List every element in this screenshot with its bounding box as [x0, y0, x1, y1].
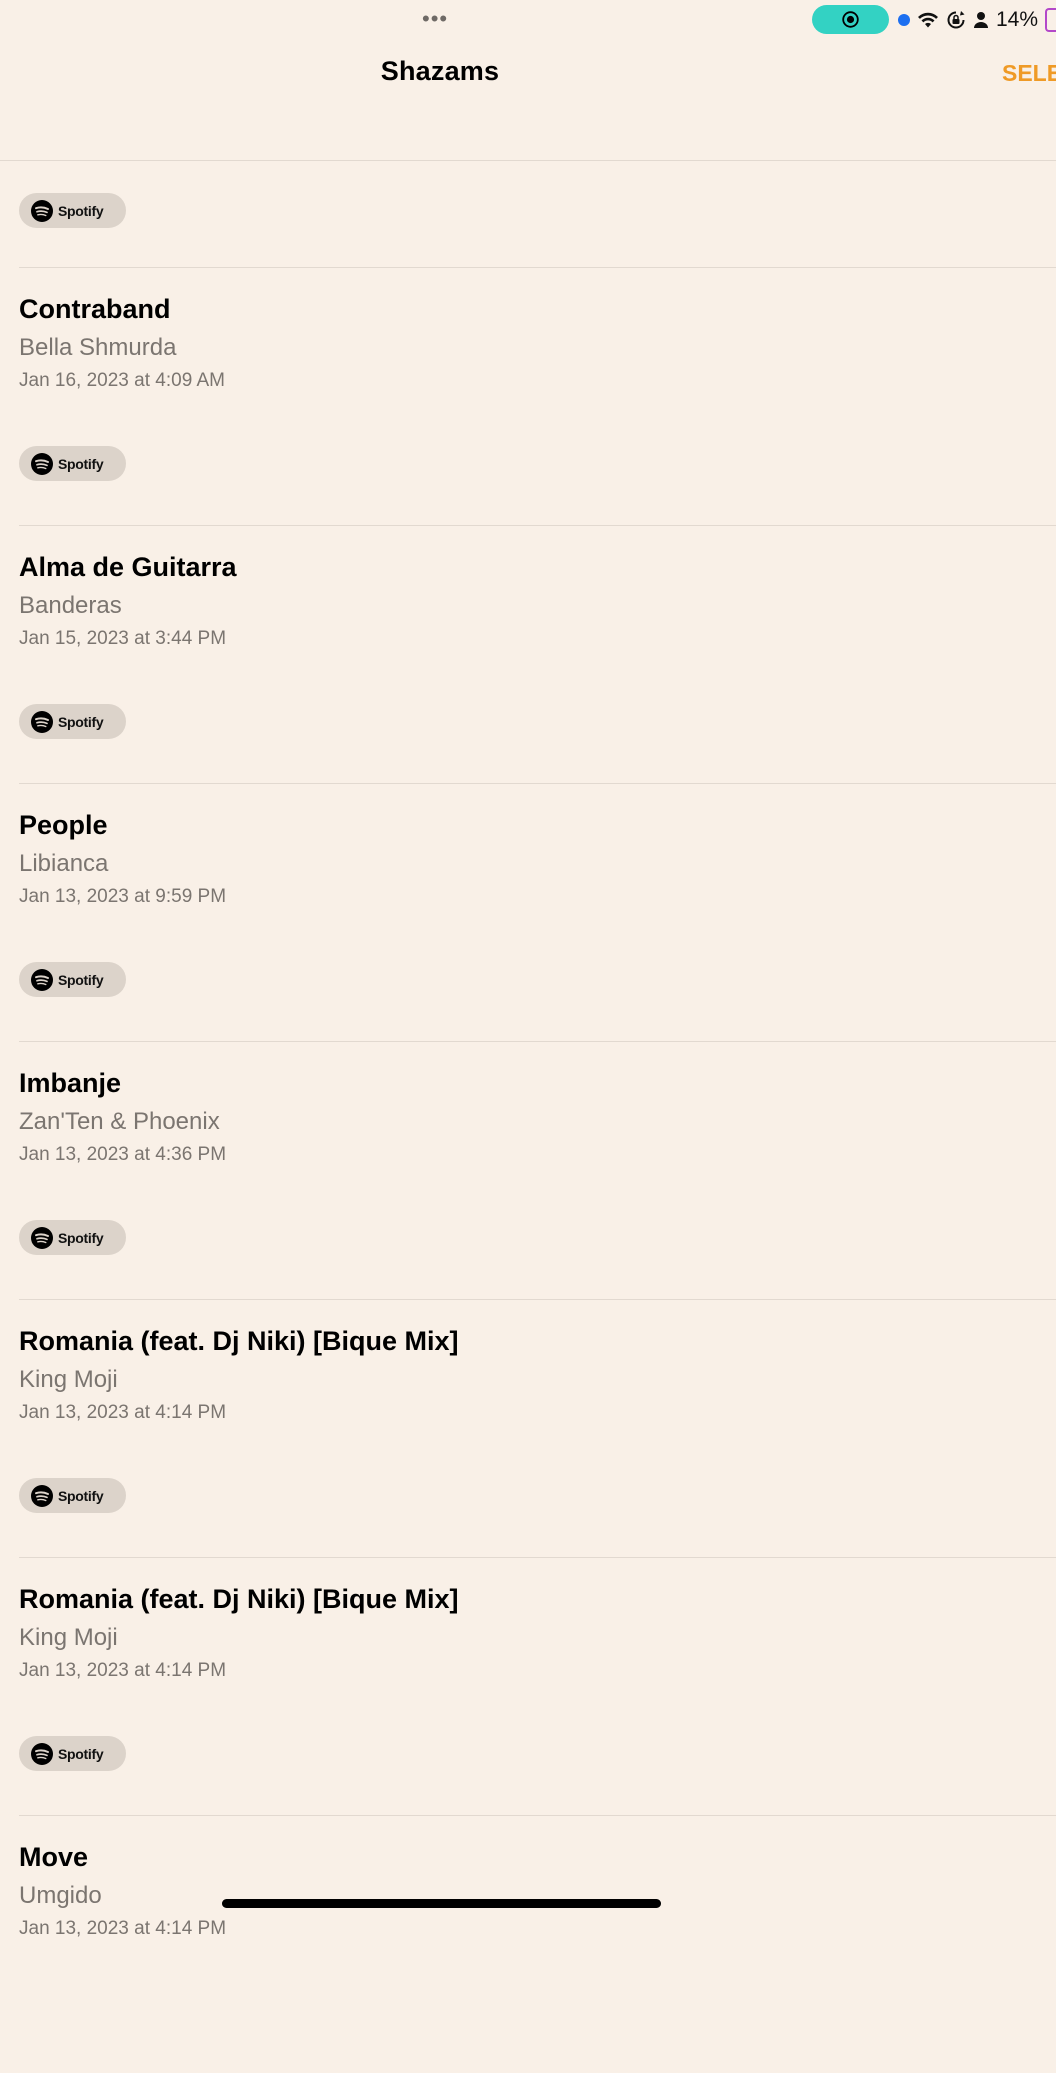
list-item[interactable]: People Libianca Jan 13, 2023 at 9:59 PM …: [19, 784, 1056, 1042]
song-title: People: [19, 810, 108, 840]
spotify-label: Spotify: [58, 1745, 104, 1762]
battery-percentage: 14%: [996, 8, 1039, 31]
list-item[interactable]: Alma de Guitarra Banderas Jan 15, 2023 a…: [19, 526, 1056, 784]
shazam-list: Spotify Contraband Bella Shmurda Jan 16,…: [0, 161, 1056, 2073]
song-date: Jan 13, 2023 at 4:14 PM: [19, 1660, 227, 1681]
spotify-icon: [31, 1484, 53, 1507]
list-item[interactable]: Romania (feat. Dj Niki) [Bique Mix] King…: [19, 1300, 1056, 1558]
song-title: Romania (feat. Dj Niki) [Bique Mix]: [19, 1584, 459, 1614]
song-artist: Zan'Ten & Phoenix: [19, 1108, 220, 1135]
spotify-label: Spotify: [58, 1229, 104, 1246]
song-artist: Banderas: [19, 592, 122, 619]
spotify-button[interactable]: Spotify: [19, 446, 126, 481]
spotify-icon: [31, 968, 53, 991]
recording-icon[interactable]: [812, 5, 889, 34]
song-date: Jan 13, 2023 at 4:36 PM: [19, 1144, 227, 1165]
spotify-button[interactable]: Spotify: [19, 193, 126, 228]
page-title: Shazams: [380, 56, 500, 86]
home-indicator[interactable]: [222, 1899, 661, 1908]
list-item-partial: Spotify: [19, 161, 1056, 268]
spotify-label: Spotify: [58, 971, 104, 988]
song-date: Jan 16, 2023 at 4:09 AM: [19, 370, 225, 391]
spotify-button[interactable]: Spotify: [19, 1220, 126, 1255]
song-date: Jan 15, 2023 at 3:44 PM: [19, 628, 227, 649]
song-date: Jan 13, 2023 at 9:59 PM: [19, 886, 227, 907]
person-icon: [974, 12, 988, 28]
spotify-button[interactable]: Spotify: [19, 962, 126, 997]
song-artist: Bella Shmurda: [19, 334, 177, 361]
wifi-icon: [918, 12, 938, 28]
spotify-icon: [31, 199, 53, 222]
song-artist: King Moji: [19, 1366, 118, 1393]
song-date: Jan 13, 2023 at 4:14 PM: [19, 1402, 227, 1423]
record-icon: [842, 11, 859, 28]
song-title: Alma de Guitarra: [19, 552, 237, 582]
spotify-icon: [31, 1226, 53, 1249]
spotify-button[interactable]: Spotify: [19, 704, 126, 739]
orientation-lock-icon: [947, 11, 965, 29]
spotify-label: Spotify: [58, 1487, 104, 1504]
status-bar: ••• 14%: [0, 0, 1056, 40]
spotify-icon: [31, 1742, 53, 1765]
spotify-label: Spotify: [58, 713, 104, 730]
multitasking-dots-icon[interactable]: •••: [422, 8, 448, 30]
spotify-icon: [31, 452, 53, 475]
song-artist: King Moji: [19, 1624, 118, 1651]
spotify-label: Spotify: [58, 202, 104, 219]
song-artist: Umgido: [19, 1882, 102, 1909]
select-button[interactable]: SELE: [1002, 60, 1056, 87]
song-title: Imbanje: [19, 1068, 122, 1098]
spotify-label: Spotify: [58, 455, 104, 472]
list-item[interactable]: Romania (feat. Dj Niki) [Bique Mix] King…: [19, 1558, 1056, 1816]
song-title: Romania (feat. Dj Niki) [Bique Mix]: [19, 1326, 459, 1356]
song-artist: Libianca: [19, 850, 109, 877]
spotify-icon: [31, 710, 53, 733]
spotify-button[interactable]: Spotify: [19, 1478, 126, 1513]
song-date: Jan 13, 2023 at 4:14 PM: [19, 1918, 227, 1939]
location-dot-icon: [898, 14, 910, 26]
list-item[interactable]: Imbanje Zan'Ten & Phoenix Jan 13, 2023 a…: [19, 1042, 1056, 1300]
song-title: Move: [19, 1842, 89, 1872]
status-icons: 14%: [898, 6, 1056, 34]
list-item[interactable]: Move Umgido Jan 13, 2023 at 4:14 PM: [19, 1816, 1056, 2073]
list-item[interactable]: Contraband Bella Shmurda Jan 16, 2023 at…: [19, 268, 1056, 526]
navigation-bar: Shazams SELE: [0, 40, 1056, 161]
song-title: Contraband: [19, 294, 171, 324]
battery-icon: [1045, 8, 1056, 32]
spotify-button[interactable]: Spotify: [19, 1736, 126, 1771]
